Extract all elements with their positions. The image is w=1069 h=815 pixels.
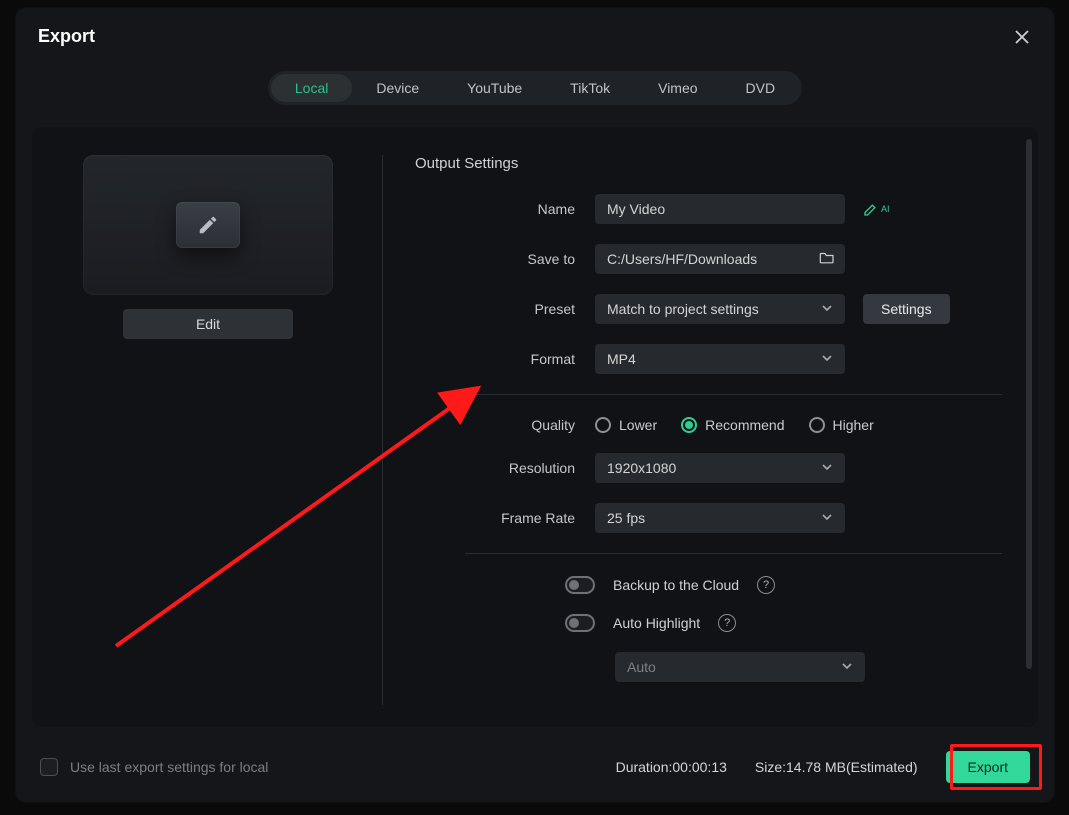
chevron-down-icon	[821, 460, 833, 476]
row-backup-cloud: Backup to the Cloud ?	[415, 576, 1002, 594]
chevron-down-icon	[821, 301, 833, 317]
use-last-settings-checkbox[interactable]	[40, 758, 58, 776]
dialog-header: Export	[16, 8, 1054, 57]
framerate-select[interactable]: 25 fps	[595, 503, 845, 533]
row-format: Format MP4	[415, 344, 1002, 374]
use-last-settings-label: Use last export settings for local	[70, 759, 268, 775]
tab-tiktok[interactable]: TikTok	[546, 74, 634, 102]
tab-device[interactable]: Device	[352, 74, 443, 102]
edit-icon	[176, 202, 240, 248]
preview-thumbnail	[83, 155, 333, 295]
separator	[465, 553, 1002, 554]
vertical-divider	[382, 155, 383, 705]
row-auto-highlight: Auto Highlight ?	[415, 614, 1002, 632]
quality-label: Quality	[415, 417, 595, 433]
duration-info: Duration:00:00:13	[616, 759, 727, 775]
quality-higher-radio[interactable]: Higher	[809, 417, 874, 433]
name-label: Name	[415, 201, 595, 217]
edit-button[interactable]: Edit	[123, 309, 293, 339]
size-info: Size:14.78 MB(Estimated)	[755, 759, 918, 775]
row-name: Name AI	[415, 194, 1002, 224]
preset-label: Preset	[415, 301, 595, 317]
tab-youtube[interactable]: YouTube	[443, 74, 546, 102]
row-framerate: Frame Rate 25 fps	[415, 503, 1002, 533]
row-preset: Preset Match to project settings Setting…	[415, 294, 1002, 324]
dialog-footer: Use last export settings for local Durat…	[16, 732, 1054, 802]
output-settings-title: Output Settings	[415, 155, 1002, 172]
backup-cloud-toggle[interactable]	[565, 576, 595, 594]
close-icon[interactable]	[1012, 27, 1032, 47]
backup-cloud-label: Backup to the Cloud	[613, 577, 739, 593]
row-auto-select: Auto	[415, 652, 1002, 682]
quality-recommend-radio[interactable]: Recommend	[681, 417, 784, 433]
resolution-select[interactable]: 1920x1080	[595, 453, 845, 483]
name-input[interactable]	[595, 194, 845, 224]
preset-select[interactable]: Match to project settings	[595, 294, 845, 324]
tab-vimeo[interactable]: Vimeo	[634, 74, 721, 102]
row-resolution: Resolution 1920x1080	[415, 453, 1002, 483]
separator	[465, 394, 1002, 395]
preview-column: Edit	[68, 155, 348, 705]
export-tabs: Local Device YouTube TikTok Vimeo DVD	[16, 71, 1054, 105]
export-button[interactable]: Export	[946, 751, 1030, 783]
resolution-label: Resolution	[415, 460, 595, 476]
row-save-to: Save to C:/Users/HF/Downloads	[415, 244, 1002, 274]
auto-highlight-mode-select[interactable]: Auto	[615, 652, 865, 682]
help-icon[interactable]: ?	[718, 614, 736, 632]
save-to-label: Save to	[415, 251, 595, 267]
tab-dvd[interactable]: DVD	[722, 74, 800, 102]
folder-icon[interactable]	[819, 251, 835, 268]
dialog-title: Export	[38, 26, 95, 47]
chevron-down-icon	[821, 510, 833, 526]
chevron-down-icon	[841, 659, 853, 675]
settings-panel: Edit Output Settings Name AI Save to	[32, 127, 1038, 727]
ai-rename-icon[interactable]: AI	[863, 201, 890, 217]
preset-settings-button[interactable]: Settings	[863, 294, 950, 324]
quality-lower-radio[interactable]: Lower	[595, 417, 657, 433]
tab-local[interactable]: Local	[271, 74, 352, 102]
framerate-label: Frame Rate	[415, 510, 595, 526]
help-icon[interactable]: ?	[757, 576, 775, 594]
auto-highlight-label: Auto Highlight	[613, 615, 700, 631]
output-settings-column: Output Settings Name AI Save to C:/Users…	[389, 155, 1002, 705]
save-to-input[interactable]: C:/Users/HF/Downloads	[595, 244, 845, 274]
export-dialog: Export Local Device YouTube TikTok Vimeo…	[16, 8, 1054, 802]
format-select[interactable]: MP4	[595, 344, 845, 374]
format-label: Format	[415, 351, 595, 367]
scrollbar[interactable]	[1026, 139, 1032, 669]
chevron-down-icon	[821, 351, 833, 367]
row-quality: Quality Lower Recommend Higher	[415, 417, 1002, 433]
auto-highlight-toggle[interactable]	[565, 614, 595, 632]
